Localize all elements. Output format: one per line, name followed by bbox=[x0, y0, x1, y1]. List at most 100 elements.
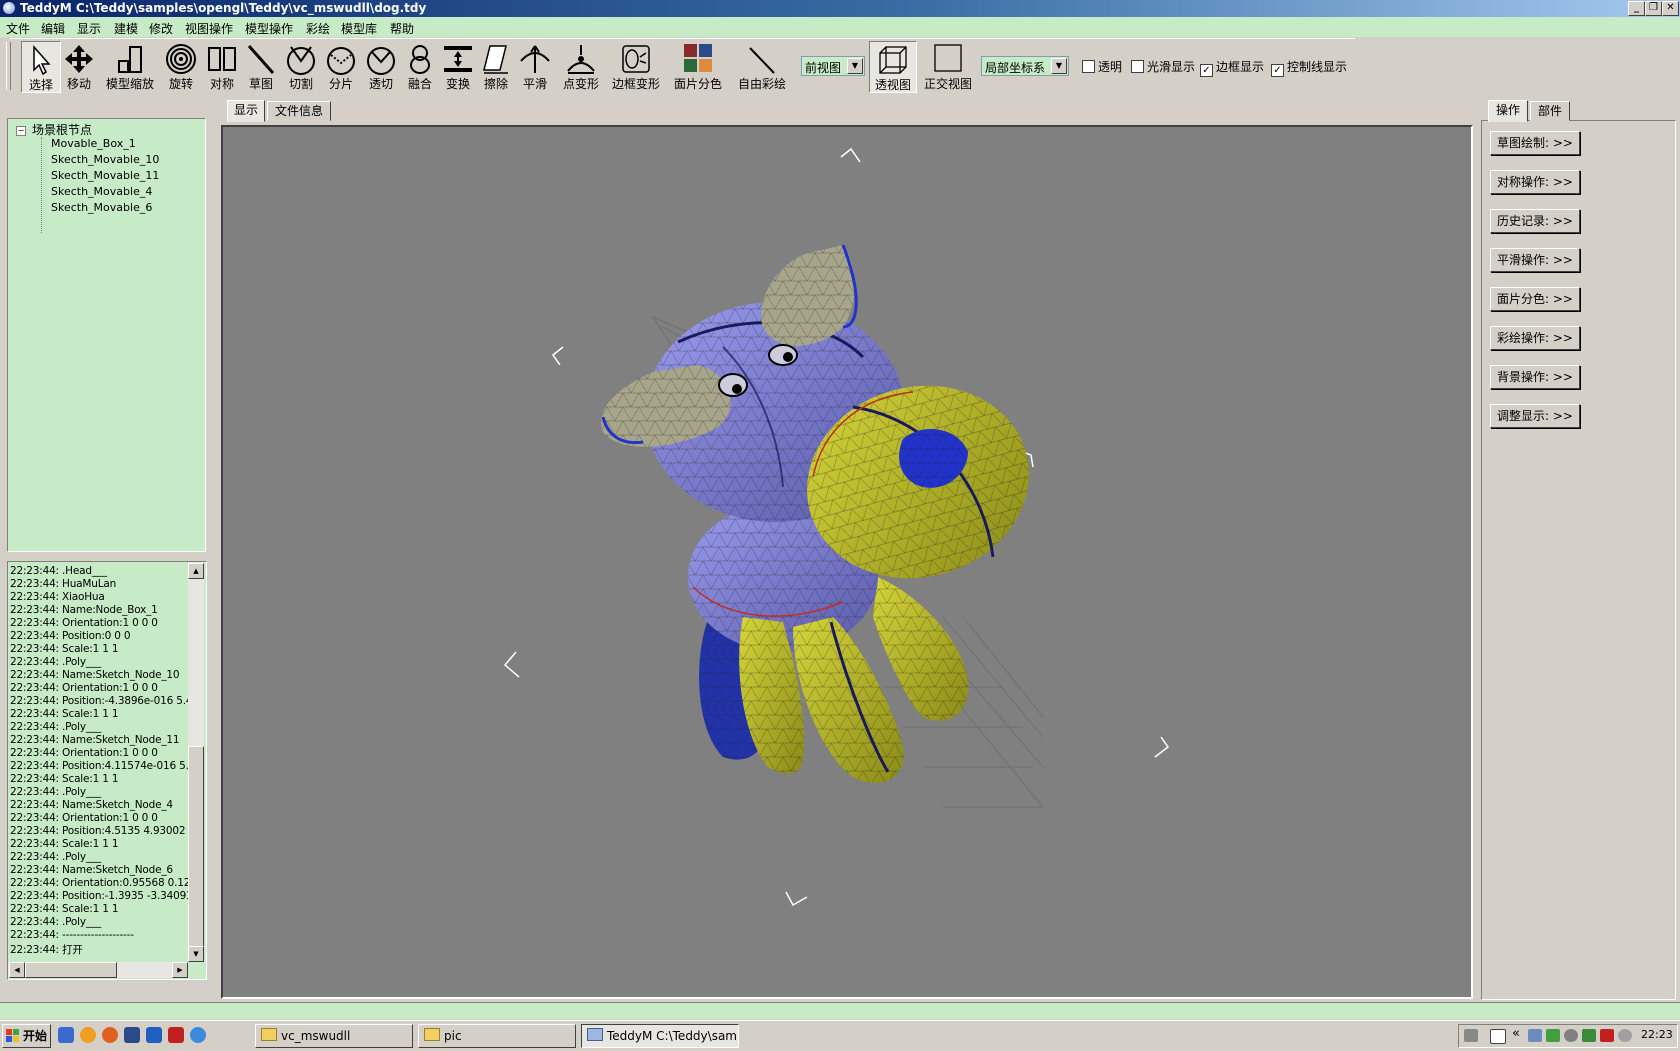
tree-item[interactable]: Movable_Box_1 bbox=[51, 137, 136, 150]
smooth-tool[interactable]: 平滑 bbox=[516, 41, 554, 91]
select-tool[interactable]: 选择 bbox=[21, 41, 61, 93]
coord-system-select[interactable]: 局部坐标系 ▼ bbox=[981, 56, 1069, 76]
start-button[interactable]: 开始 bbox=[2, 1024, 51, 1048]
view-select[interactable]: 前视图 ▼ bbox=[801, 56, 865, 76]
transform-tool[interactable]: 变换 bbox=[440, 41, 476, 91]
scroll-right-icon[interactable]: ▶ bbox=[172, 962, 188, 978]
checkbox-box[interactable] bbox=[1082, 60, 1095, 73]
menu-display[interactable]: 显示 bbox=[77, 20, 101, 37]
face-color-tool[interactable]: 面片分色 bbox=[670, 41, 726, 91]
smooth-ops-button[interactable]: 平滑操作: >> bbox=[1490, 248, 1580, 272]
face-color-ops-button[interactable]: 面片分色: >> bbox=[1490, 287, 1580, 311]
log-line: 22:23:44: Scale:1 1 1 bbox=[10, 643, 119, 655]
quicklaunch-media-icon[interactable] bbox=[168, 1027, 184, 1043]
checkbox-box[interactable] bbox=[1131, 60, 1144, 73]
chevron-down-icon[interactable]: ▼ bbox=[847, 58, 863, 74]
menu-modify[interactable]: 修改 bbox=[149, 20, 173, 37]
quicklaunch-firefox-icon[interactable] bbox=[102, 1027, 118, 1043]
history-button[interactable]: 历史记录: >> bbox=[1490, 209, 1580, 233]
log-vertical-scrollbar[interactable]: ▲ ▼ bbox=[188, 562, 204, 962]
sketch-draw-button[interactable]: 草图绘制: >> bbox=[1490, 131, 1580, 155]
merge-tool[interactable]: 融合 bbox=[402, 41, 438, 91]
background-ops-button[interactable]: 背景操作: >> bbox=[1490, 365, 1580, 389]
menu-help[interactable]: 帮助 bbox=[390, 20, 414, 37]
scroll-down-icon[interactable]: ▼ bbox=[188, 946, 204, 962]
free-paint-tool[interactable]: 自由彩绘 bbox=[734, 41, 790, 91]
move-tool[interactable]: 移动 bbox=[61, 41, 97, 91]
symmetry-tool[interactable]: 对称 bbox=[204, 41, 240, 91]
keyboard-icon[interactable] bbox=[1464, 1029, 1478, 1042]
split-tool[interactable]: 分片 bbox=[322, 41, 360, 91]
cut-tool[interactable]: 切割 bbox=[282, 41, 320, 91]
symmetry-ops-button[interactable]: 对称操作: >> bbox=[1490, 170, 1580, 194]
control-line-checkbox[interactable]: ✓ 控制线显示 bbox=[1271, 58, 1347, 77]
quicklaunch-app-icon[interactable] bbox=[146, 1027, 162, 1043]
volume-icon[interactable] bbox=[1564, 1029, 1578, 1042]
tray-settings-icon[interactable] bbox=[1618, 1029, 1632, 1042]
tree-root-node[interactable]: − 场景根节点 bbox=[16, 121, 92, 138]
model-scale-tool[interactable]: 模型缩放 bbox=[104, 41, 156, 91]
tray-app-icon[interactable] bbox=[1546, 1029, 1560, 1042]
chevron-down-icon[interactable]: ▼ bbox=[1051, 58, 1067, 74]
scroll-left-icon[interactable]: ◀ bbox=[9, 962, 25, 978]
close-button[interactable]: ✕ bbox=[1662, 1, 1679, 16]
checkmark-icon[interactable]: ✓ bbox=[1200, 64, 1213, 77]
tab-operations[interactable]: 操作 bbox=[1488, 100, 1528, 122]
scroll-thumb[interactable] bbox=[188, 746, 204, 948]
frame-deform-tool[interactable]: 边框变形 bbox=[608, 41, 664, 91]
tab-file-info[interactable]: 文件信息 bbox=[267, 101, 331, 121]
split-tool-label: 分片 bbox=[328, 77, 353, 91]
erase-tool[interactable]: 擦除 bbox=[478, 41, 514, 91]
adjust-display-button[interactable]: 调整显示: >> bbox=[1490, 404, 1580, 428]
log-horizontal-scrollbar[interactable]: ◀ ▶ bbox=[8, 962, 188, 978]
network-icon[interactable] bbox=[1528, 1029, 1542, 1042]
sketch-tool[interactable]: 草图 bbox=[244, 41, 278, 91]
tab-parts[interactable]: 部件 bbox=[1530, 101, 1570, 121]
tree-item[interactable]: Skecth_Movable_11 bbox=[51, 169, 159, 182]
scroll-up-icon[interactable]: ▲ bbox=[188, 563, 204, 579]
transform-icon bbox=[444, 46, 472, 72]
taskbar-window[interactable]: pic bbox=[418, 1024, 576, 1048]
tree-item[interactable]: Skecth_Movable_4 bbox=[51, 185, 152, 198]
collapse-icon[interactable]: − bbox=[16, 126, 26, 136]
quicklaunch-qq-icon[interactable] bbox=[80, 1027, 96, 1043]
ortho-view-button[interactable]: 正交视图 bbox=[922, 41, 974, 91]
3d-viewport[interactable] bbox=[221, 125, 1473, 999]
checkmark-icon[interactable]: ✓ bbox=[1271, 64, 1284, 77]
transparent-checkbox[interactable]: 透明 bbox=[1082, 58, 1122, 74]
minimize-button[interactable]: _ bbox=[1628, 1, 1645, 16]
taskbar-window[interactable]: vc_mswudll bbox=[255, 1024, 413, 1048]
scroll-thumb[interactable] bbox=[25, 962, 117, 978]
menu-edit[interactable]: 编辑 bbox=[41, 20, 65, 37]
maximize-button[interactable]: ❐ bbox=[1645, 1, 1662, 16]
teddy-app-icon bbox=[587, 1028, 603, 1041]
security-icon[interactable] bbox=[1582, 1029, 1596, 1042]
menu-paint[interactable]: 彩绘 bbox=[306, 20, 330, 37]
tree-item[interactable]: Skecth_Movable_6 bbox=[51, 201, 152, 214]
quicklaunch-shield-icon[interactable] bbox=[124, 1027, 140, 1043]
smooth-display-checkbox[interactable]: 光滑显示 bbox=[1131, 58, 1195, 74]
tree-item[interactable]: Skecth_Movable_10 bbox=[51, 153, 159, 166]
menu-view-ops[interactable]: 视图操作 bbox=[185, 20, 233, 37]
quicklaunch-ie-icon[interactable] bbox=[58, 1027, 74, 1043]
paint-ops-button[interactable]: 彩绘操作: >> bbox=[1490, 326, 1580, 350]
perspective-view-button[interactable]: 透视图 bbox=[869, 41, 917, 93]
taskbar-window-label: vc_mswudll bbox=[281, 1029, 351, 1043]
through-cut-tool[interactable]: 透切 bbox=[362, 41, 400, 91]
taskbar-window[interactable]: TeddyM C:\Teddy\sampl... bbox=[581, 1024, 739, 1048]
menu-model-lib[interactable]: 模型库 bbox=[341, 20, 377, 37]
log-line: 22:23:44: Name:Sketch_Node_6 bbox=[10, 864, 173, 876]
tab-display[interactable]: 显示 bbox=[227, 100, 265, 122]
toolbar-grip[interactable] bbox=[6, 42, 11, 90]
menu-modeling[interactable]: 建模 bbox=[114, 20, 138, 37]
tray-expand-icon[interactable]: « bbox=[1512, 1026, 1520, 1041]
tray-alert-icon[interactable] bbox=[1600, 1029, 1614, 1042]
menu-file[interactable]: 文件 bbox=[6, 20, 30, 37]
start-label: 开始 bbox=[23, 1029, 48, 1043]
menu-model-ops[interactable]: 模型操作 bbox=[245, 20, 293, 37]
frame-display-checkbox[interactable]: ✓ 边框显示 bbox=[1200, 58, 1264, 77]
rotate-tool[interactable]: 旋转 bbox=[162, 41, 200, 91]
point-deform-tool[interactable]: 点变形 bbox=[558, 41, 604, 91]
quicklaunch-browser-icon[interactable] bbox=[190, 1027, 206, 1043]
help-icon[interactable] bbox=[1490, 1029, 1506, 1044]
